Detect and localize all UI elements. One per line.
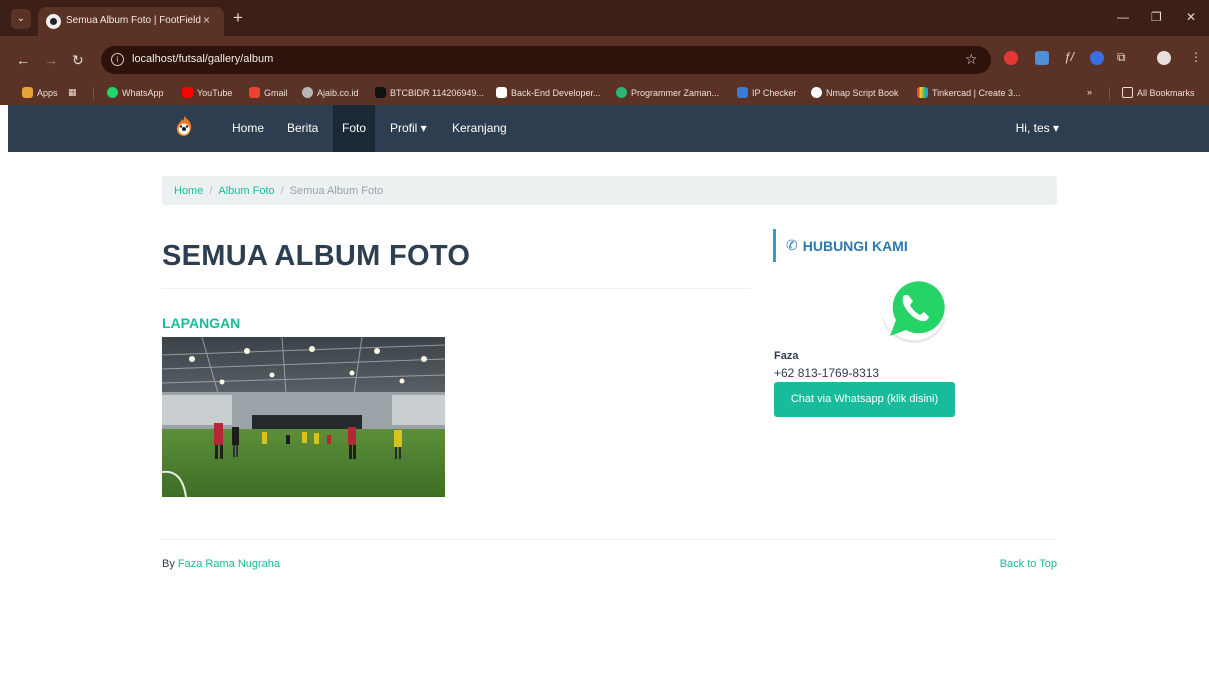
extensions-puzzle-icon[interactable]: ⧉ bbox=[1117, 50, 1126, 65]
author-link[interactable]: Faza Rama Nugraha bbox=[178, 558, 280, 570]
breadcrumb-current: Semua Album Foto bbox=[289, 184, 384, 197]
footer-by-prefix: By bbox=[162, 558, 175, 570]
bookmark-label: Programmer Zaman... bbox=[631, 87, 720, 98]
bookmark-ajaib[interactable]: Ajaib.co.id bbox=[302, 87, 359, 98]
bookmark-tinkercad[interactable]: Tinkercad | Create 3... bbox=[917, 87, 1021, 98]
bookmark-youtube[interactable]: YouTube bbox=[182, 87, 232, 98]
breadcrumb-home-link[interactable]: Home bbox=[174, 185, 203, 197]
extension-circle-icon[interactable] bbox=[1090, 51, 1104, 65]
ip-icon bbox=[737, 87, 748, 98]
breadcrumb-separator: / bbox=[280, 184, 284, 197]
profile-avatar-icon[interactable] bbox=[1157, 51, 1171, 65]
footfield-logo-icon[interactable] bbox=[174, 115, 194, 137]
nav-berita[interactable]: Berita bbox=[279, 105, 326, 152]
g-icon bbox=[496, 87, 507, 98]
back-arrow-icon[interactable]: ← bbox=[16, 52, 30, 68]
contact-heading: ✆ HUBUNGI KAMI bbox=[773, 229, 908, 262]
nav-profil-dropdown[interactable]: Profil ▾ bbox=[382, 105, 435, 152]
contact-name: Faza bbox=[774, 350, 799, 362]
new-tab-icon[interactable]: + bbox=[233, 8, 243, 28]
bookmark-label: Ajaib.co.id bbox=[317, 87, 359, 98]
browser-tab[interactable]: Semua Album Foto | FootField × bbox=[38, 7, 224, 36]
page-title: SEMUA ALBUM FOTO bbox=[162, 240, 471, 272]
forward-arrow-icon[interactable]: → bbox=[44, 52, 58, 68]
bookmark-apps-label: Apps bbox=[37, 87, 58, 98]
minimize-icon[interactable]: — bbox=[1117, 10, 1129, 24]
soccer-ball-favicon-icon bbox=[46, 14, 61, 29]
tradingview-icon bbox=[375, 87, 386, 98]
close-window-icon[interactable]: ✕ bbox=[1186, 10, 1196, 24]
programmer-zaman-icon bbox=[616, 87, 627, 98]
tab-search-button[interactable]: ⌄ bbox=[11, 9, 31, 29]
tab-close-icon[interactable]: × bbox=[203, 13, 210, 27]
tinkercad-icon bbox=[917, 87, 928, 98]
album-cover-photo[interactable] bbox=[162, 337, 445, 497]
bookmark-label: WhatsApp bbox=[122, 87, 164, 98]
bookmark-programmer-zaman[interactable]: Programmer Zaman... bbox=[616, 87, 719, 98]
footer-divider bbox=[162, 539, 1057, 540]
phone-icon: ✆ bbox=[786, 237, 798, 253]
extension-blue-icon[interactable] bbox=[1035, 51, 1049, 65]
footer-credit: By Faza Rama Nugraha bbox=[162, 558, 280, 570]
url-text[interactable]: localhost/futsal/gallery/album bbox=[132, 53, 273, 65]
address-bar[interactable]: i localhost/futsal/gallery/album ☆ bbox=[101, 46, 991, 74]
tab-title: Semua Album Foto | FootField bbox=[66, 15, 201, 26]
all-bookmarks[interactable]: All Bookmarks bbox=[1122, 87, 1195, 98]
bookmark-ip-checker[interactable]: IP Checker bbox=[737, 87, 796, 98]
bookmark-gmail[interactable]: Gmail bbox=[249, 87, 288, 98]
bookmark-label: Nmap Script Book bbox=[826, 87, 899, 98]
bookmarks-bar: Apps ▦ WhatsApp YouTube Gmail Ajaib.co.i… bbox=[0, 83, 1209, 105]
bookmark-separator bbox=[1109, 87, 1110, 100]
bookmark-nmap[interactable]: Nmap Script Book bbox=[811, 87, 899, 98]
reload-icon[interactable]: ↻ bbox=[72, 52, 84, 69]
bookmark-apps[interactable]: Apps bbox=[22, 87, 58, 98]
whatsapp-logo-icon bbox=[881, 274, 947, 343]
breadcrumb-separator: / bbox=[209, 184, 213, 197]
folder-icon bbox=[1122, 87, 1133, 98]
contact-heading-label: HUBUNGI KAMI bbox=[802, 237, 908, 254]
breadcrumb: Home / Album Foto / Semua Album Foto bbox=[162, 176, 1057, 205]
contact-phone: +62 813-1769-8313 bbox=[774, 366, 880, 380]
youtube-icon bbox=[182, 87, 193, 98]
whatsapp-icon bbox=[107, 87, 118, 98]
bookmark-btcbidr[interactable]: BTCBIDR 114206949... bbox=[375, 87, 484, 98]
back-to-top-link[interactable]: Back to Top bbox=[1000, 558, 1057, 570]
bookmark-separator bbox=[93, 87, 94, 100]
extension-function-icon[interactable]: ƒ/ bbox=[1064, 50, 1074, 64]
album-title-link[interactable]: LAPANGAN bbox=[162, 315, 240, 331]
more-bookmarks-icon[interactable]: » bbox=[1087, 87, 1092, 97]
nav-keranjang[interactable]: Keranjang bbox=[444, 105, 515, 152]
browser-menu-icon[interactable]: ⋮ bbox=[1190, 50, 1202, 64]
eye-icon bbox=[811, 87, 822, 98]
bookmark-label: Back-End Developer... bbox=[511, 87, 601, 98]
bookmark-label: Tinkercad | Create 3... bbox=[932, 87, 1021, 98]
bookmark-label: YouTube bbox=[197, 87, 233, 98]
tab-groups-icon[interactable]: ▦ bbox=[68, 87, 77, 98]
bookmark-label: Gmail bbox=[264, 87, 288, 98]
site-info-icon[interactable]: i bbox=[111, 53, 124, 66]
nav-foto[interactable]: Foto bbox=[333, 105, 376, 152]
globe-icon bbox=[302, 87, 313, 98]
bookmark-label: BTCBIDR 114206949... bbox=[390, 87, 484, 98]
apps-grid-icon bbox=[22, 87, 33, 98]
bookmark-backend-dev[interactable]: Back-End Developer... bbox=[496, 87, 601, 98]
all-bookmarks-label: All Bookmarks bbox=[1137, 87, 1195, 98]
bookmark-star-icon[interactable]: ☆ bbox=[965, 51, 978, 68]
title-divider bbox=[162, 288, 750, 289]
gmail-icon bbox=[249, 87, 260, 98]
restore-icon[interactable]: ❐ bbox=[1151, 10, 1162, 24]
nav-home[interactable]: Home bbox=[224, 105, 272, 152]
user-menu-dropdown[interactable]: Hi, tes ▾ bbox=[1016, 105, 1059, 152]
breadcrumb-album-link[interactable]: Album Foto bbox=[218, 185, 274, 197]
bookmark-whatsapp[interactable]: WhatsApp bbox=[107, 87, 164, 98]
extension-red-icon[interactable] bbox=[1004, 51, 1018, 65]
bookmark-label: IP Checker bbox=[752, 87, 797, 98]
browser-tabstrip: ⌄ Semua Album Foto | FootField × + — ❐ ✕ bbox=[0, 0, 1209, 36]
chat-whatsapp-button[interactable]: Chat via Whatsapp (klik disini) bbox=[774, 382, 955, 417]
futsal-court-image bbox=[162, 337, 445, 497]
